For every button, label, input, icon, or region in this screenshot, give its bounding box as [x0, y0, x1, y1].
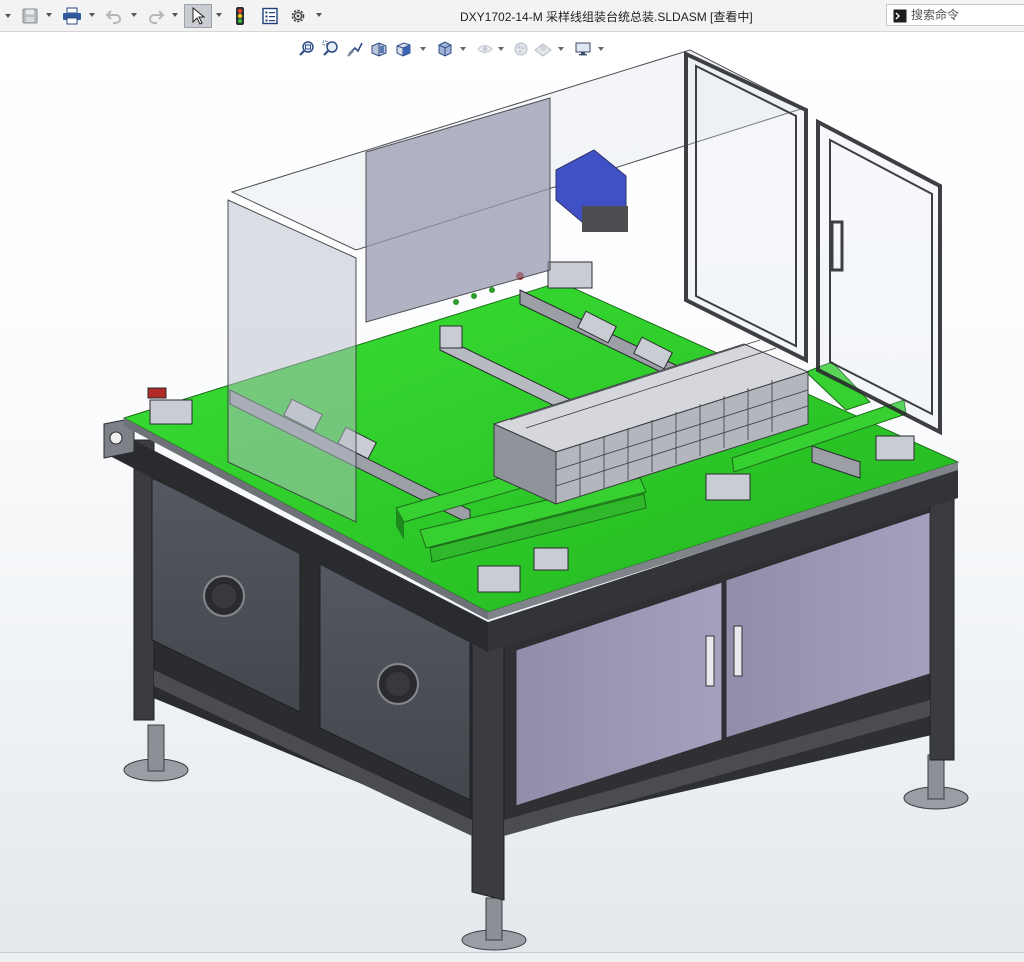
search-box[interactable] [886, 4, 1024, 26]
traffic-light-icon [236, 7, 244, 25]
cursor-icon [192, 7, 205, 25]
document-title: DXY1702-14-M 采样线组装台统总装.SLDASM [查看中] [460, 10, 753, 24]
properties-icon [262, 7, 278, 25]
gear-icon [291, 9, 305, 23]
print-button[interactable] [60, 4, 84, 28]
redo-icon [149, 10, 165, 24]
file-properties-button[interactable] [258, 4, 282, 28]
redo-dropdown-caret[interactable] [172, 13, 178, 17]
save-dropdown-caret[interactable] [46, 13, 52, 17]
fan-vent-right [377, 663, 419, 705]
graphics-area[interactable] [0, 32, 1024, 952]
undo-button[interactable] [102, 4, 126, 28]
fan-vent-left [203, 575, 245, 617]
undo-dropdown-caret[interactable] [131, 13, 137, 17]
undo-icon [105, 10, 121, 24]
assembly-model[interactable] [0, 32, 1024, 952]
status-bar [0, 952, 1024, 962]
select-dropdown-caret[interactable] [216, 13, 222, 17]
select-button[interactable] [184, 4, 212, 28]
chevron-down-icon [5, 14, 11, 18]
save-button[interactable] [18, 4, 42, 28]
options-button[interactable] [286, 4, 310, 28]
search-input[interactable] [911, 6, 1021, 24]
toolbar-overflow-caret[interactable] [4, 4, 12, 28]
options-dropdown-caret[interactable] [316, 13, 322, 17]
rebuild-button[interactable] [230, 4, 250, 28]
redo-button[interactable] [144, 4, 168, 28]
print-icon [63, 7, 81, 25]
command-prompt-icon [893, 9, 907, 23]
title-bar: DXY1702-14-M 采样线组装台统总装.SLDASM [查看中] [0, 0, 1024, 32]
save-icon [22, 8, 38, 24]
print-dropdown-caret[interactable] [89, 13, 95, 17]
